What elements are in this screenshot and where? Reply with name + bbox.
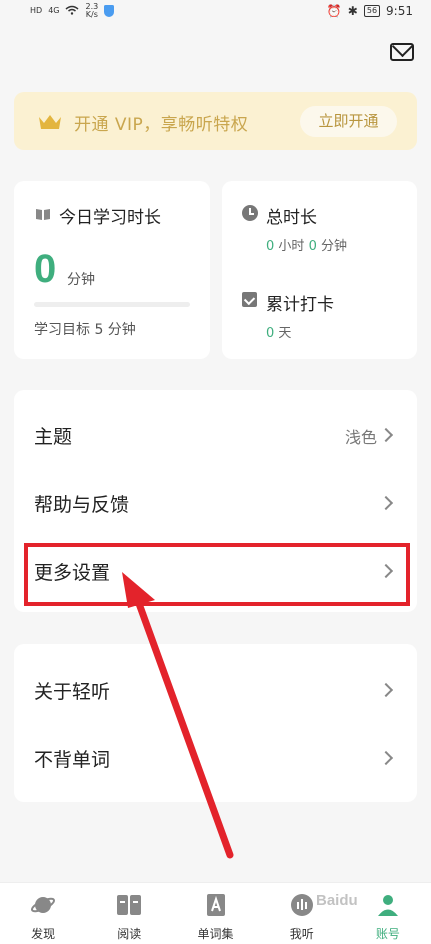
nav-item-account[interactable]: 账号 [345, 883, 431, 944]
chevron-right-icon [378, 750, 394, 766]
settings-item-label: 帮助与反馈 [34, 494, 130, 516]
today-study-value: 0 [34, 247, 57, 291]
about-list: 关于轻听 不背单词 [14, 644, 417, 802]
alarm-icon: ⏰ [326, 4, 342, 18]
signal-icon: HD [30, 6, 43, 15]
today-study-card[interactable]: 今日学习时长 0 分钟 学习目标 5 分钟 [14, 181, 210, 359]
nav-label: 单词集 [197, 927, 234, 941]
network-speed: 2.3 K/s [85, 3, 98, 19]
today-study-unit: 分钟 [67, 272, 95, 288]
settings-item-label: 关于轻听 [34, 681, 111, 703]
nav-label: 账号 [375, 927, 400, 941]
nav-item-discover[interactable]: 发现 [0, 883, 86, 944]
book-open-icon [117, 895, 142, 915]
nav-label: 阅读 [117, 927, 142, 941]
network-label: 4G [48, 6, 60, 15]
checkin-days: 0 [266, 326, 275, 341]
vip-banner[interactable]: 开通 VIP，享畅听特权 立即开通 [14, 92, 417, 150]
bluetooth-icon: ✱ [347, 4, 358, 18]
total-stats-card[interactable]: 总时长 0 小时 0 分钟 累计打卡 0 天 [222, 181, 417, 359]
nav-label: 发现 [31, 927, 56, 941]
status-bar: HD 4G 2.3 K/s ⏰ ✱ 56 9:51 [0, 0, 431, 24]
speed-unit: K/s [85, 10, 98, 19]
minutes-unit: 分钟 [321, 239, 348, 254]
settings-item-about[interactable]: 关于轻听 [14, 657, 417, 723]
total-time-title: 总时长 [266, 208, 317, 228]
planet-icon [31, 897, 56, 913]
annotation-highlight-box [24, 543, 410, 606]
mail-icon[interactable] [390, 43, 414, 61]
chevron-right-icon [378, 682, 394, 698]
status-time: 9:51 [386, 4, 413, 18]
nav-label: 我听 [289, 927, 314, 941]
checkin-icon [242, 292, 257, 307]
watermark: Baidu [316, 892, 358, 909]
status-left: HD 4G 2.3 K/s [30, 3, 115, 19]
bottom-nav: 发现 阅读 单词集 我听 账号 [0, 882, 431, 944]
battery-icon: 56 [363, 5, 381, 17]
nav-item-read[interactable]: 阅读 [86, 883, 172, 944]
account-icon [377, 895, 398, 916]
nav-item-word-sets[interactable]: 单词集 [172, 883, 258, 944]
days-unit: 天 [278, 326, 292, 341]
settings-item-help-feedback[interactable]: 帮助与反馈 [14, 470, 417, 536]
settings-item-bubei[interactable]: 不背单词 [14, 725, 417, 791]
study-progress-bar [34, 302, 190, 307]
checkin-title: 累计打卡 [266, 295, 334, 315]
book-icon [36, 209, 50, 220]
total-hours: 0 [266, 239, 275, 254]
checkin-value: 0 天 [266, 322, 291, 341]
clock-icon [242, 205, 258, 221]
hours-unit: 小时 [278, 239, 305, 254]
chevron-right-icon [378, 427, 394, 443]
study-goal: 学习目标 5 分钟 [34, 322, 136, 338]
settings-item-theme[interactable]: 主题 浅色 [14, 402, 417, 468]
open-vip-button[interactable]: 立即开通 [300, 106, 397, 137]
word-card-icon [206, 894, 225, 916]
vip-promo-text: 开通 VIP，享畅听特权 [74, 115, 249, 135]
status-right: ⏰ ✱ 56 9:51 [327, 4, 413, 18]
settings-item-label: 主题 [34, 426, 73, 448]
chevron-right-icon [378, 495, 394, 511]
shield-icon [104, 5, 115, 17]
crown-icon [39, 115, 61, 129]
total-minutes: 0 [308, 239, 317, 254]
today-study-title: 今日学习时长 [59, 208, 161, 228]
total-time-value: 0 小时 0 分钟 [266, 235, 347, 254]
wifi-icon [65, 5, 79, 18]
settings-item-label: 不背单词 [34, 749, 111, 771]
theme-value: 浅色 [344, 428, 377, 447]
audio-bars-icon [290, 894, 313, 916]
